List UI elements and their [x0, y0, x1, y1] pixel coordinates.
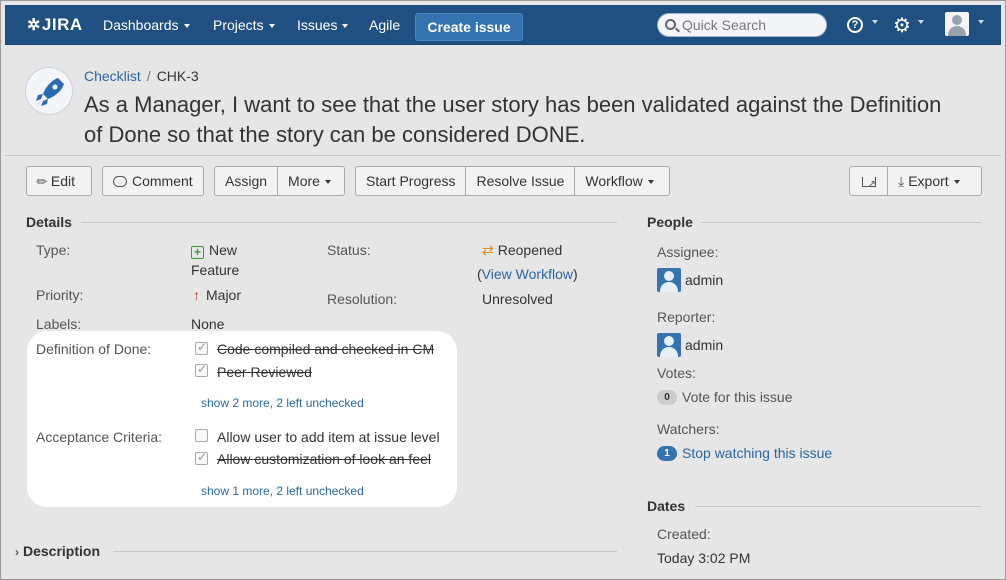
chevron-right-icon: › — [15, 545, 19, 559]
chevron-down-icon — [918, 20, 924, 24]
comment-button[interactable]: Comment — [102, 166, 204, 196]
breadcrumb-project-link[interactable]: Checklist — [84, 68, 141, 84]
project-avatar[interactable] — [25, 67, 73, 115]
share-button[interactable]: ↗ — [850, 167, 887, 195]
watchers-count-badge: 1 — [657, 446, 677, 461]
type-value: + New — [191, 242, 237, 259]
gear-icon[interactable]: ⚙ — [893, 13, 911, 38]
reporter-avatar — [657, 333, 681, 357]
type-label: Type: — [36, 242, 71, 258]
jira-logo-icon: ✲ — [27, 17, 41, 34]
dod-show-more-link[interactable]: show 2 more, 2 left unchecked — [201, 396, 364, 410]
start-progress-button[interactable]: Start Progress — [356, 167, 465, 195]
nav-issues[interactable]: Issues — [297, 17, 349, 33]
workflow-button[interactable]: Workflow — [574, 167, 663, 195]
dod-checkbox-2[interactable] — [195, 362, 208, 377]
top-navigation-bar: ✲JIRA Dashboards Projects Issues Agile C… — [5, 5, 1001, 45]
details-heading: Details — [26, 214, 72, 230]
arrow-up-icon: ↑ — [193, 287, 200, 303]
ac-show-more-link[interactable]: show 1 more, 2 left unchecked — [201, 484, 364, 498]
reporter-value[interactable]: admin — [685, 337, 723, 353]
jira-logo[interactable]: ✲JIRA — [27, 15, 83, 35]
ac-checkbox-1[interactable] — [195, 429, 208, 442]
votes-label: Votes: — [657, 365, 696, 381]
assignee-avatar — [657, 268, 681, 292]
dod-item-2: Peer Reviewed — [217, 364, 312, 380]
people-heading: People — [647, 214, 693, 230]
status-value: ⇄ Reopened — [482, 242, 563, 258]
issue-key[interactable]: CHK-3 — [157, 68, 199, 84]
assign-more-group: Assign More — [214, 166, 345, 196]
assign-button[interactable]: Assign — [215, 167, 277, 195]
assignee-value[interactable]: admin — [685, 272, 723, 288]
rocket-icon — [36, 78, 64, 107]
chevron-down-icon — [342, 24, 349, 29]
header-divider — [5, 155, 1001, 156]
user-avatar[interactable] — [945, 12, 969, 36]
people-divider — [701, 222, 981, 223]
vote-link[interactable]: Vote for this issue — [682, 389, 793, 405]
export-button[interactable]: ⤓ Export — [887, 167, 970, 195]
votes-count-badge: 0 — [657, 390, 677, 405]
view-workflow: (View Workflow) — [477, 266, 578, 282]
resolution-label: Resolution: — [327, 291, 398, 307]
definition-of-done-label: Definition of Done: — [36, 341, 152, 357]
edit-button[interactable]: ✎Edit — [26, 166, 92, 196]
more-button[interactable]: More — [277, 167, 341, 195]
created-value: Today 3:02 PM — [657, 550, 751, 566]
stop-watching-link[interactable]: Stop watching this issue — [682, 445, 832, 461]
reporter-label: Reporter: — [657, 309, 716, 325]
workflow-group: Start Progress Resolve Issue Workflow — [355, 166, 670, 196]
resolve-issue-button[interactable]: Resolve Issue — [465, 167, 574, 195]
ac-item-1: Allow user to add item at issue level — [217, 429, 440, 445]
issue-summary: As a Manager, I want to see that the use… — [84, 92, 942, 147]
type-value-cont: Feature — [191, 262, 240, 278]
quick-search[interactable] — [657, 13, 827, 37]
chevron-down-icon — [324, 180, 331, 185]
details-divider — [81, 222, 617, 223]
new-feature-icon: + — [191, 246, 204, 259]
assignee-label: Assignee: — [657, 244, 719, 260]
search-icon — [665, 19, 676, 30]
watchers-label: Watchers: — [657, 421, 720, 437]
dod-item-1: Code compiled and checked in CM — [217, 341, 435, 357]
labels-value: None — [191, 316, 225, 332]
created-label: Created: — [657, 526, 711, 542]
chevron-down-icon — [872, 20, 878, 24]
quick-search-input[interactable] — [682, 16, 822, 34]
chevron-down-icon — [978, 20, 984, 24]
priority-label: Priority: — [36, 287, 84, 303]
resolution-value: Unresolved — [482, 291, 553, 307]
help-icon[interactable]: ? — [847, 17, 863, 33]
download-icon: ⤓ — [898, 173, 905, 189]
dates-heading: Dates — [647, 498, 686, 514]
description-divider — [113, 551, 617, 552]
share-export-group: ↗ ⤓ Export — [849, 166, 982, 196]
labels-label: Labels: — [36, 316, 82, 332]
reopened-icon: ⇄ — [482, 242, 494, 258]
acceptance-criteria-label: Acceptance Criteria: — [36, 429, 163, 445]
dates-divider — [695, 506, 981, 507]
checklist-highlight — [27, 331, 457, 507]
nav-agile[interactable]: Agile — [369, 17, 400, 33]
ac-checkbox-2[interactable] — [195, 450, 208, 465]
jira-window: ✲JIRA Dashboards Projects Issues Agile C… — [0, 0, 1006, 580]
ac-item-2: Allow customization of look an feel — [217, 451, 431, 467]
chevron-down-icon — [183, 24, 190, 29]
nav-dashboards[interactable]: Dashboards — [103, 17, 190, 33]
create-issue-button[interactable]: Create issue — [415, 13, 523, 41]
share-icon: ↗ — [861, 177, 876, 190]
priority-value: ↑ Major — [193, 287, 242, 303]
nav-projects[interactable]: Projects — [213, 17, 275, 33]
comment-icon — [113, 175, 127, 187]
chevron-down-icon — [268, 24, 275, 29]
description-heading[interactable]: › Description — [15, 543, 100, 559]
dod-checkbox-1[interactable] — [195, 340, 208, 355]
chevron-down-icon — [953, 180, 960, 185]
view-workflow-link[interactable]: View Workflow — [482, 266, 573, 282]
chevron-down-icon — [647, 180, 654, 185]
status-label: Status: — [327, 242, 371, 258]
breadcrumb: Checklist / CHK-3 — [84, 68, 199, 84]
